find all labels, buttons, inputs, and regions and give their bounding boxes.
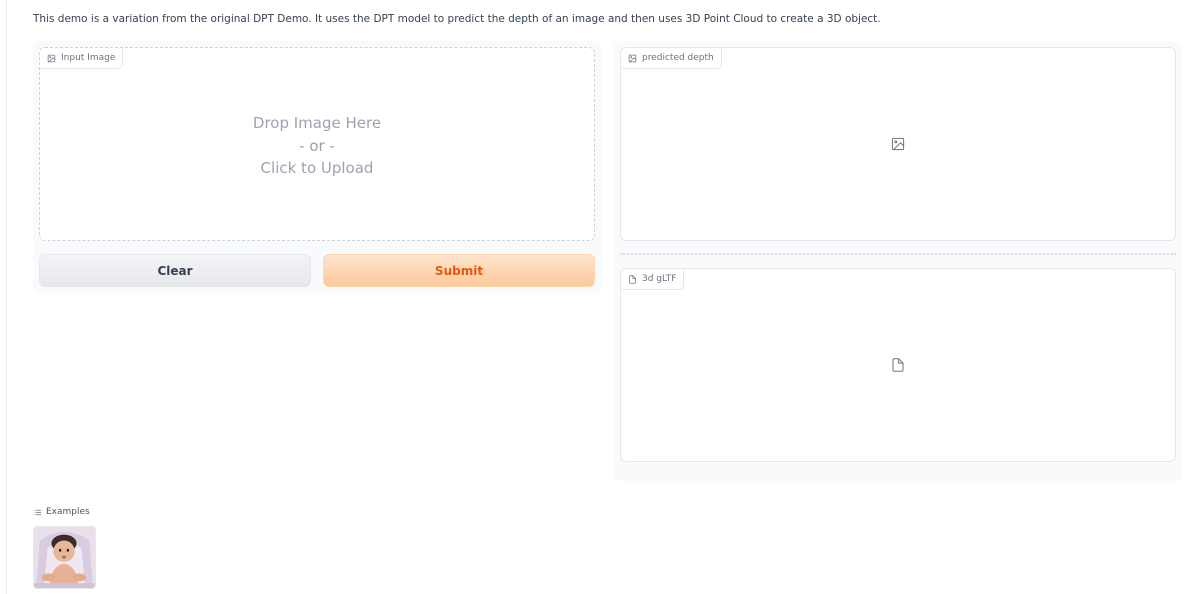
list-icon (33, 508, 42, 517)
drop-image-text: Drop Image Here (252, 114, 382, 132)
submit-button[interactable]: Submit (323, 254, 595, 287)
input-image-label-text: Input Image (61, 53, 116, 63)
image-placeholder-icon (891, 137, 906, 152)
gltf-label: 3d gLTF (621, 269, 685, 290)
predicted-depth-output: predicted depth (620, 47, 1176, 241)
output-panel: predicted depth 3d gLTF (614, 41, 1182, 481)
clear-button[interactable]: Clear (39, 254, 311, 287)
dropzone-instructions: Drop Image Here - or - Click to Upload (40, 112, 594, 180)
examples-label-text: Examples (46, 507, 90, 517)
output-divider (620, 253, 1176, 255)
page-left-border (6, 0, 7, 594)
click-to-upload-text: Click to Upload (260, 159, 374, 177)
image-upload-dropzone[interactable]: Input Image Drop Image Here - or - Click… (39, 47, 595, 241)
examples-header: Examples (33, 507, 90, 517)
gltf-label-text: 3d gLTF (642, 274, 677, 284)
input-image-label: Input Image (40, 48, 124, 69)
predicted-depth-label-text: predicted depth (642, 53, 714, 63)
file-placeholder-icon (891, 358, 906, 373)
image-icon (628, 54, 637, 63)
example-image-baby[interactable] (33, 526, 96, 589)
input-panel: Input Image Drop Image Here - or - Click… (33, 41, 601, 293)
predicted-depth-label: predicted depth (621, 48, 722, 69)
description-text: This demo is a variation from the origin… (33, 13, 881, 25)
or-separator: - or - (299, 136, 335, 155)
image-icon (47, 54, 56, 63)
page: This demo is a variation from the origin… (0, 0, 1193, 594)
gltf-model-output: 3d gLTF (620, 268, 1176, 462)
file-icon (628, 274, 637, 284)
